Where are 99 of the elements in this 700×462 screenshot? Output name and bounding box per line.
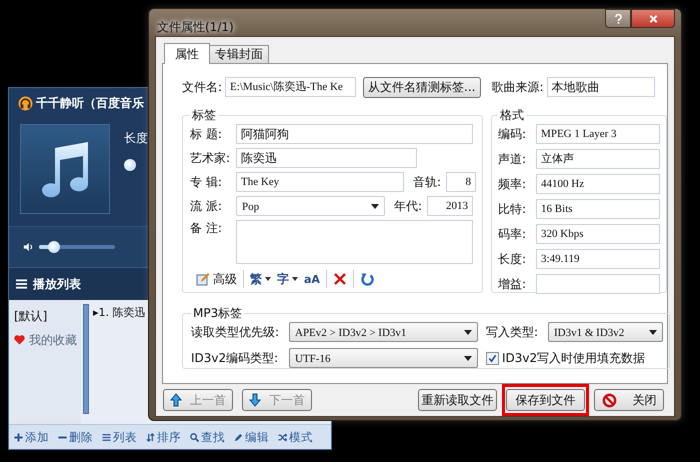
toolbar-button[interactable]: 模式 xyxy=(278,430,313,444)
checkbox-label: ID3v2写入时使用填充数据 xyxy=(502,350,646,366)
genre-dropdown[interactable]: Pop xyxy=(236,196,385,216)
field-label: 标 题: xyxy=(190,126,223,142)
track-item[interactable]: ▸1. 陈奕迅 xyxy=(93,306,146,319)
comment-field[interactable] xyxy=(236,220,473,264)
field-label: 歌曲来源: xyxy=(492,78,544,96)
delete-icon[interactable] xyxy=(332,272,347,286)
field-label: 备 注: xyxy=(190,220,223,237)
shuffle-icon xyxy=(278,432,287,442)
playlist-name: [默认] xyxy=(14,308,48,324)
action-button[interactable]: 保存到文件 xyxy=(506,389,585,411)
group-title: 标签 xyxy=(191,107,217,124)
guess-tags-button[interactable]: 从文件名猜测标签... xyxy=(363,76,480,98)
action-button[interactable]: 重新读取文件 xyxy=(418,389,497,411)
source-field[interactable]: 本地歌曲 xyxy=(546,77,655,97)
headphones-icon xyxy=(18,96,33,110)
playlist-name: 我的收藏 xyxy=(29,332,77,348)
toolbar-button[interactable]: 查找 xyxy=(190,430,225,444)
splitter-handle[interactable] xyxy=(83,304,89,414)
playlist-item[interactable]: 我的收藏 xyxy=(9,328,81,352)
speaker-icon[interactable] xyxy=(23,242,33,252)
field-label: 读取类型优先级: xyxy=(191,324,280,340)
encoding-dropdown[interactable]: UTF-16 xyxy=(289,348,478,368)
field-label: 文件名: xyxy=(182,78,222,96)
group-title: 格式 xyxy=(499,107,526,124)
window-title: 文件属性(1/1) xyxy=(157,19,234,36)
advanced-button[interactable]: 高级 xyxy=(196,270,237,288)
pencil-icon xyxy=(234,432,243,442)
group-title: MP3标签 xyxy=(192,305,244,322)
length-label: 长度 xyxy=(124,130,148,147)
format-field[interactable]: 3:49.119 xyxy=(536,249,660,269)
case-button[interactable]: aA xyxy=(304,272,320,286)
field-label: 长度: xyxy=(498,250,528,268)
checkmark-icon xyxy=(488,354,497,362)
no-entry-icon xyxy=(602,392,616,408)
year-field[interactable]: 2013 xyxy=(427,196,474,216)
field-label: 音轨: xyxy=(413,174,442,190)
help-button[interactable] xyxy=(605,9,631,28)
field-label: 年代: xyxy=(394,198,422,214)
field-label: 频率: xyxy=(498,176,528,192)
sort-icon xyxy=(146,432,155,442)
tab[interactable]: 专辑封面 xyxy=(209,45,269,63)
list-icon xyxy=(102,432,111,442)
track-field[interactable]: 8 xyxy=(446,172,476,192)
close-icon xyxy=(648,14,658,24)
caret-icon xyxy=(464,356,472,361)
toolbar-button[interactable]: 删除 xyxy=(58,430,93,444)
format-field[interactable]: 320 Kbps xyxy=(536,224,660,244)
list-icon xyxy=(16,279,27,289)
volume-thumb[interactable] xyxy=(48,241,60,253)
file-name-field[interactable]: E:\Music\陈奕迅-The Ke xyxy=(225,77,356,97)
caret-icon xyxy=(265,277,271,281)
dropdown-button[interactable]: 字 xyxy=(277,270,298,288)
field-label: 专 辑: xyxy=(190,174,223,190)
up-arrow-icon xyxy=(170,393,182,407)
field-label: 增益: xyxy=(498,276,528,292)
caret-icon xyxy=(464,330,472,335)
toolbar-button[interactable]: 编辑 xyxy=(234,430,269,444)
field-label: 声道: xyxy=(498,150,528,168)
toolbar-button[interactable]: 列表 xyxy=(102,430,137,444)
field-label: 写入类型: xyxy=(485,324,540,340)
album-field[interactable]: The Key xyxy=(236,172,404,192)
playlist-heading: 播放列表 xyxy=(33,276,81,292)
search-icon xyxy=(190,432,199,442)
format-field[interactable]: 立体声 xyxy=(536,149,660,169)
app-title: 千千静听（百度音乐 xyxy=(36,94,144,112)
heart-icon xyxy=(14,335,25,345)
format-field[interactable] xyxy=(536,274,660,294)
field-label: 比特: xyxy=(498,200,528,218)
caret-icon xyxy=(292,277,298,281)
write-type-dropdown[interactable]: ID3v1 & ID3v2 xyxy=(548,322,663,342)
close-button[interactable] xyxy=(631,9,675,28)
checkbox[interactable] xyxy=(486,352,499,364)
caret-icon xyxy=(371,204,379,209)
plus-icon xyxy=(14,432,23,442)
dropdown-button[interactable]: 繁 xyxy=(250,270,271,288)
format-field[interactable]: 16 Bits xyxy=(536,199,660,219)
format-field[interactable]: MPEG 1 Layer 3 xyxy=(536,124,660,144)
read-priority-dropdown[interactable]: APEv2 > ID3v2 > ID3v1 xyxy=(289,322,478,342)
toolbar-button[interactable]: 添加 xyxy=(14,430,49,444)
title-field[interactable]: 阿猫阿狗 xyxy=(236,124,473,144)
toolbar-button[interactable]: 排序 xyxy=(146,430,181,444)
format-field[interactable]: 44100 Hz xyxy=(536,174,660,194)
field-label: 艺术家: xyxy=(190,150,232,166)
playlist-item[interactable]: [默认] xyxy=(9,304,81,328)
artist-field[interactable]: 陈奕迅 xyxy=(236,148,417,168)
seek-thumb[interactable] xyxy=(124,159,136,171)
question-mark-icon xyxy=(614,14,622,24)
caret-icon xyxy=(649,330,657,335)
close-dialog-button[interactable]: 关闭 xyxy=(594,389,664,411)
refresh-icon[interactable] xyxy=(360,272,374,286)
edit-icon xyxy=(196,272,210,286)
field-label: 码率: xyxy=(498,226,528,242)
tab[interactable]: 属性 xyxy=(164,43,210,64)
field-label: 流 派: xyxy=(190,198,223,214)
down-arrow-icon xyxy=(249,393,261,407)
field-label: ID3v2编码类型: xyxy=(191,350,280,366)
field-label: 编码: xyxy=(498,126,528,142)
